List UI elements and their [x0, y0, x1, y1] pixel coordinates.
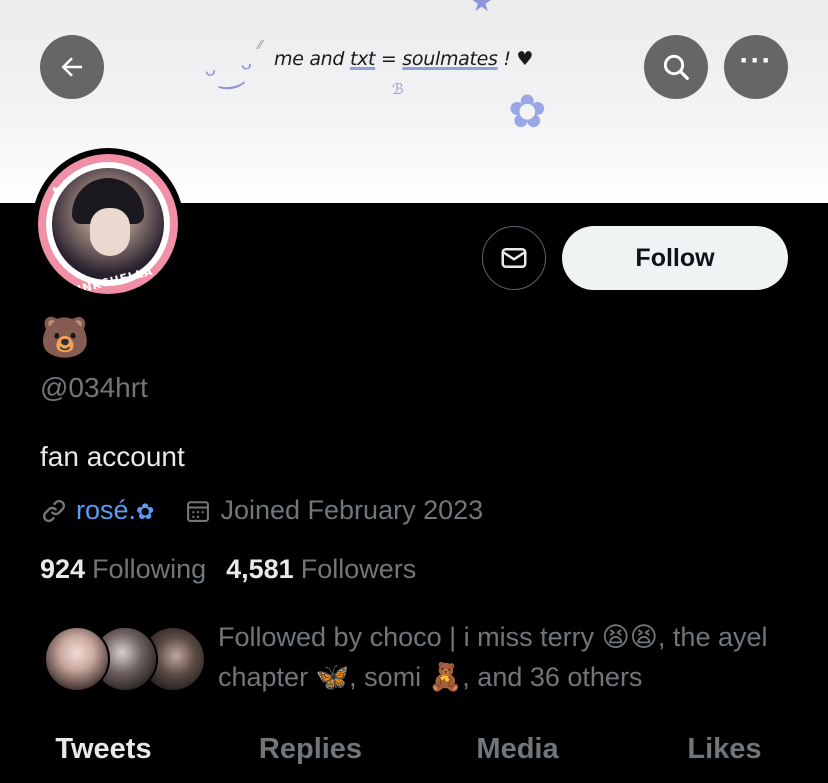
- follow-counts: 924 Following 4,581 Followers: [40, 554, 416, 585]
- tab-replies[interactable]: Replies: [207, 725, 414, 783]
- mutual-followers-avatars[interactable]: [44, 626, 206, 694]
- envelope-icon: [501, 248, 527, 268]
- back-button[interactable]: [40, 35, 104, 99]
- website-link[interactable]: rosé.✿: [76, 495, 154, 526]
- profile-page: ★ ᵕ‿ᵕ ⁄⁄ ♡ ℬ ✿ me and txt = soulmates ! …: [0, 0, 828, 783]
- calendar-icon: [184, 497, 212, 525]
- website-link-text: rosé.: [76, 495, 137, 525]
- banner-caption: me and txt = soulmates ! ♥: [274, 48, 533, 70]
- following-count: 924: [40, 554, 86, 584]
- smiley-decoration-icon: ᵕ‿ᵕ: [202, 51, 257, 94]
- follow-button[interactable]: Follow: [562, 226, 788, 290]
- avatar-photo: [52, 168, 164, 280]
- followers-label: Followers: [300, 554, 417, 584]
- banner-caption-txt: txt: [349, 48, 376, 70]
- following-stat[interactable]: 924 Following: [40, 554, 206, 585]
- following-label: Following: [92, 554, 207, 584]
- banner-caption-part: =: [375, 48, 403, 70]
- profile-meta: rosé.✿ Joined February 2023: [40, 495, 483, 526]
- heart-badge-icon: ♥: [52, 182, 61, 198]
- banner-caption-part: me and: [274, 48, 350, 70]
- more-dots-icon: ···: [739, 44, 773, 77]
- flower-decoration-icon: ✿: [508, 84, 547, 138]
- joined-date: Joined February 2023: [220, 495, 484, 525]
- followers-count: 4,581: [226, 554, 294, 584]
- banner-caption-part: ! ♥: [497, 48, 534, 70]
- profile-tabs: Tweets Replies Media Likes: [0, 725, 828, 783]
- profile-bio: fan account: [40, 441, 185, 472]
- banner-caption-soulmates: soulmates: [402, 48, 498, 70]
- star-decoration-icon: ★: [470, 0, 494, 18]
- followers-stat[interactable]: 4,581 Followers: [226, 554, 416, 585]
- username-handle: @034hrt: [40, 372, 148, 403]
- display-name: 🐻: [40, 316, 90, 360]
- link-icon: [42, 499, 66, 522]
- search-button[interactable]: [644, 35, 708, 99]
- tab-likes[interactable]: Likes: [621, 725, 828, 783]
- heart-scribble-decoration-icon: ℬ: [392, 80, 404, 98]
- profile-avatar[interactable]: ♥ PINKCHELLA: [32, 148, 184, 300]
- message-button[interactable]: [482, 226, 546, 290]
- more-options-button[interactable]: ···: [724, 35, 788, 99]
- website-flower-icon: ✿: [136, 499, 155, 524]
- tab-tweets[interactable]: Tweets: [0, 725, 207, 783]
- avatar-face: [90, 208, 130, 256]
- avatar-image: ♥ PINKCHELLA: [38, 154, 178, 294]
- followed-by-text[interactable]: Followed by choco | i miss terry 😫😫, the…: [218, 617, 798, 697]
- avatar: [44, 626, 110, 692]
- search-icon: [663, 54, 689, 80]
- tab-media[interactable]: Media: [414, 725, 621, 783]
- back-arrow-icon: [61, 57, 82, 77]
- sparkle-lines-icon: ⁄⁄: [258, 38, 263, 52]
